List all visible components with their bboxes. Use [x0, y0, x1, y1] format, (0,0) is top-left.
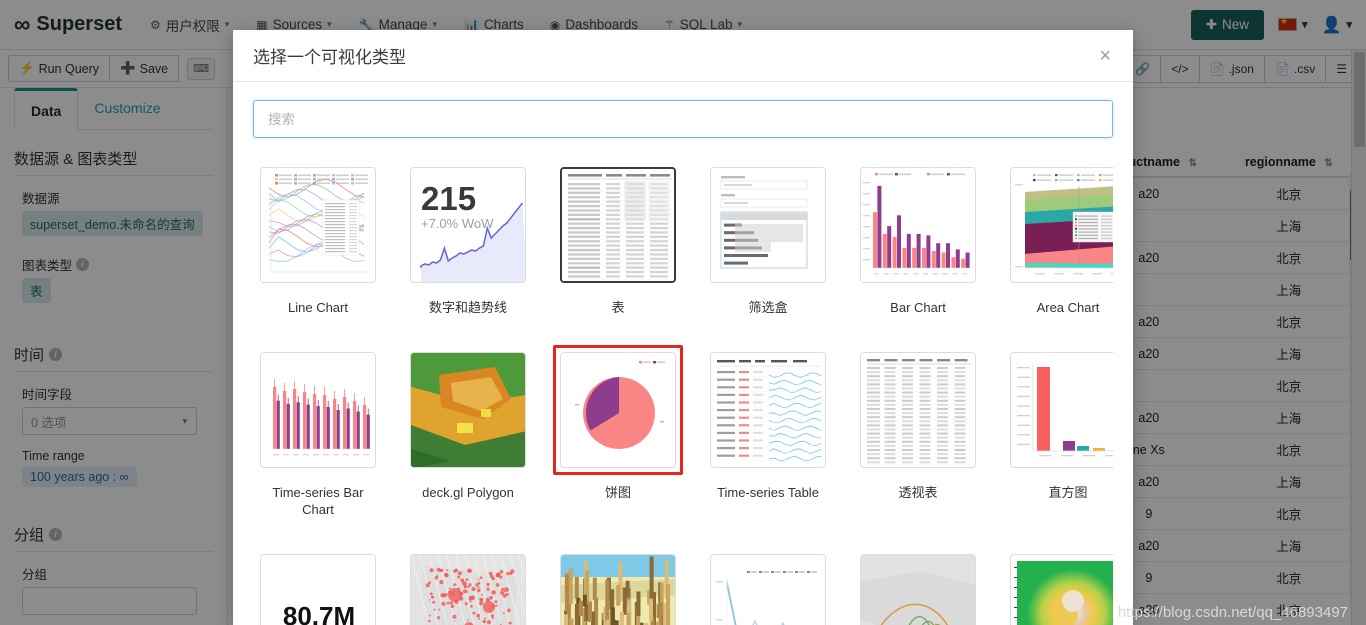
viz-type-thumb-frame: 215 +7.0% WoW [403, 160, 533, 290]
viz-type-thumb-frame [703, 547, 833, 625]
viz-type-card[interactable]: Time-series Bar Chart [253, 345, 383, 519]
svg-text:215: 215 [421, 180, 476, 217]
viz-type-thumb-frame [403, 345, 533, 475]
viz-type-label: 数字和趋势线 [429, 299, 507, 317]
viz-type-label: 表 [611, 299, 624, 317]
viz-type-label: Time-series Bar Chart [258, 484, 378, 519]
close-icon[interactable]: × [1097, 46, 1113, 66]
viz-type-grid: Line Chart 215 +7.0% WoW 数字和趋势线 表 筛选盒 Ba… [253, 160, 1113, 625]
search-input[interactable] [253, 100, 1113, 138]
viz-type-thumb-frame [703, 160, 833, 290]
viz-type-label: deck.gl Polygon [422, 484, 514, 502]
viz-type-card[interactable] [403, 547, 533, 625]
timeseries-bar-thumb [260, 352, 376, 468]
viz-type-label: Line Chart [288, 299, 348, 317]
svg-text:80.7M: 80.7M [283, 601, 355, 625]
histogram-thumb [1010, 352, 1113, 468]
viz-type-card[interactable]: Time-series Table [703, 345, 833, 519]
timeseries-table-thumb [710, 352, 826, 468]
viz-type-thumb-frame [253, 345, 383, 475]
bar-chart-thumb [860, 167, 976, 283]
viz-type-card[interactable]: 表 [553, 160, 683, 317]
big-number-trend-thumb: 215 +7.0% WoW [410, 167, 526, 283]
viz-type-thumb-frame [703, 345, 833, 475]
viz-type-label: 筛选盒 [748, 299, 787, 317]
viz-type-thumb-frame [553, 160, 683, 290]
viz-type-card[interactable] [703, 547, 833, 625]
viz-type-thumb-frame [553, 345, 683, 475]
line-thumb [710, 554, 826, 625]
viz-type-thumb-frame [403, 547, 533, 625]
svg-text:+7.0% WoW: +7.0% WoW [421, 216, 494, 231]
viz-type-thumb-frame [853, 547, 983, 625]
viz-type-card[interactable]: 透视表 [853, 345, 983, 519]
viz-type-card[interactable]: 直方图 [1003, 345, 1113, 519]
viz-type-card[interactable]: 饼图 [553, 345, 683, 519]
watermark: https://blog.csdn.net/qq_46893497 [1118, 604, 1348, 621]
pie-chart-thumb [560, 352, 676, 468]
viz-type-card[interactable] [553, 547, 683, 625]
viz-type-card[interactable]: 80.7M [253, 547, 383, 625]
viz-type-thumb-frame [253, 160, 383, 290]
viz-type-card[interactable] [853, 547, 983, 625]
viz-type-thumb-frame: 80.7M [253, 547, 383, 625]
viz-type-card[interactable]: 筛选盒 [703, 160, 833, 317]
heatmap-thumb [1010, 554, 1113, 625]
deckgl-polygon-thumb [410, 352, 526, 468]
pivot-table-thumb [860, 352, 976, 468]
viz-type-thumb-frame [853, 160, 983, 290]
viz-type-thumb-frame [1003, 547, 1113, 625]
modal-header: 选择一个可视化类型 × [233, 30, 1133, 82]
deckgl-3d-thumb [560, 554, 676, 625]
viz-type-card[interactable]: Area Chart [1003, 160, 1113, 317]
viz-type-card[interactable]: deck.gl Polygon [403, 345, 533, 519]
viz-type-label: 透视表 [898, 484, 937, 502]
viz-type-card[interactable]: 215 +7.0% WoW 数字和趋势线 [403, 160, 533, 317]
viz-type-label: Area Chart [1037, 299, 1100, 317]
table-thumb [560, 167, 676, 283]
viz-type-thumb-frame [853, 345, 983, 475]
viz-type-thumb-frame [553, 547, 683, 625]
area-chart-thumb [1010, 167, 1113, 283]
modal-body: Line Chart 215 +7.0% WoW 数字和趋势线 表 筛选盒 [233, 82, 1133, 625]
modal-title: 选择一个可视化类型 [253, 43, 406, 68]
viz-type-label: Time-series Table [717, 484, 819, 502]
viz-type-label: 直方图 [1048, 484, 1087, 502]
big-number-thumb: 80.7M [260, 554, 376, 625]
viz-type-modal: 选择一个可视化类型 × Line Chart 215 +7.0% WoW 数字和… [233, 30, 1133, 625]
app-root: ∞ Superset ⚙ 用户权限 ▾ ▦ Sources ▾ 🔧 Manage… [0, 0, 1366, 625]
arc-map-thumb [860, 554, 976, 625]
viz-type-card[interactable] [1003, 547, 1113, 625]
viz-type-thumb-frame [1003, 345, 1113, 475]
line-chart-thumb [260, 167, 376, 283]
viz-type-thumb-frame [1003, 160, 1113, 290]
viz-type-label: 饼图 [605, 484, 631, 502]
filter-box-thumb [710, 167, 826, 283]
viz-type-label: Bar Chart [890, 299, 946, 317]
viz-type-card[interactable]: Line Chart [253, 160, 383, 317]
viz-type-card[interactable]: Bar Chart [853, 160, 983, 317]
scatter-map-thumb [410, 554, 526, 625]
